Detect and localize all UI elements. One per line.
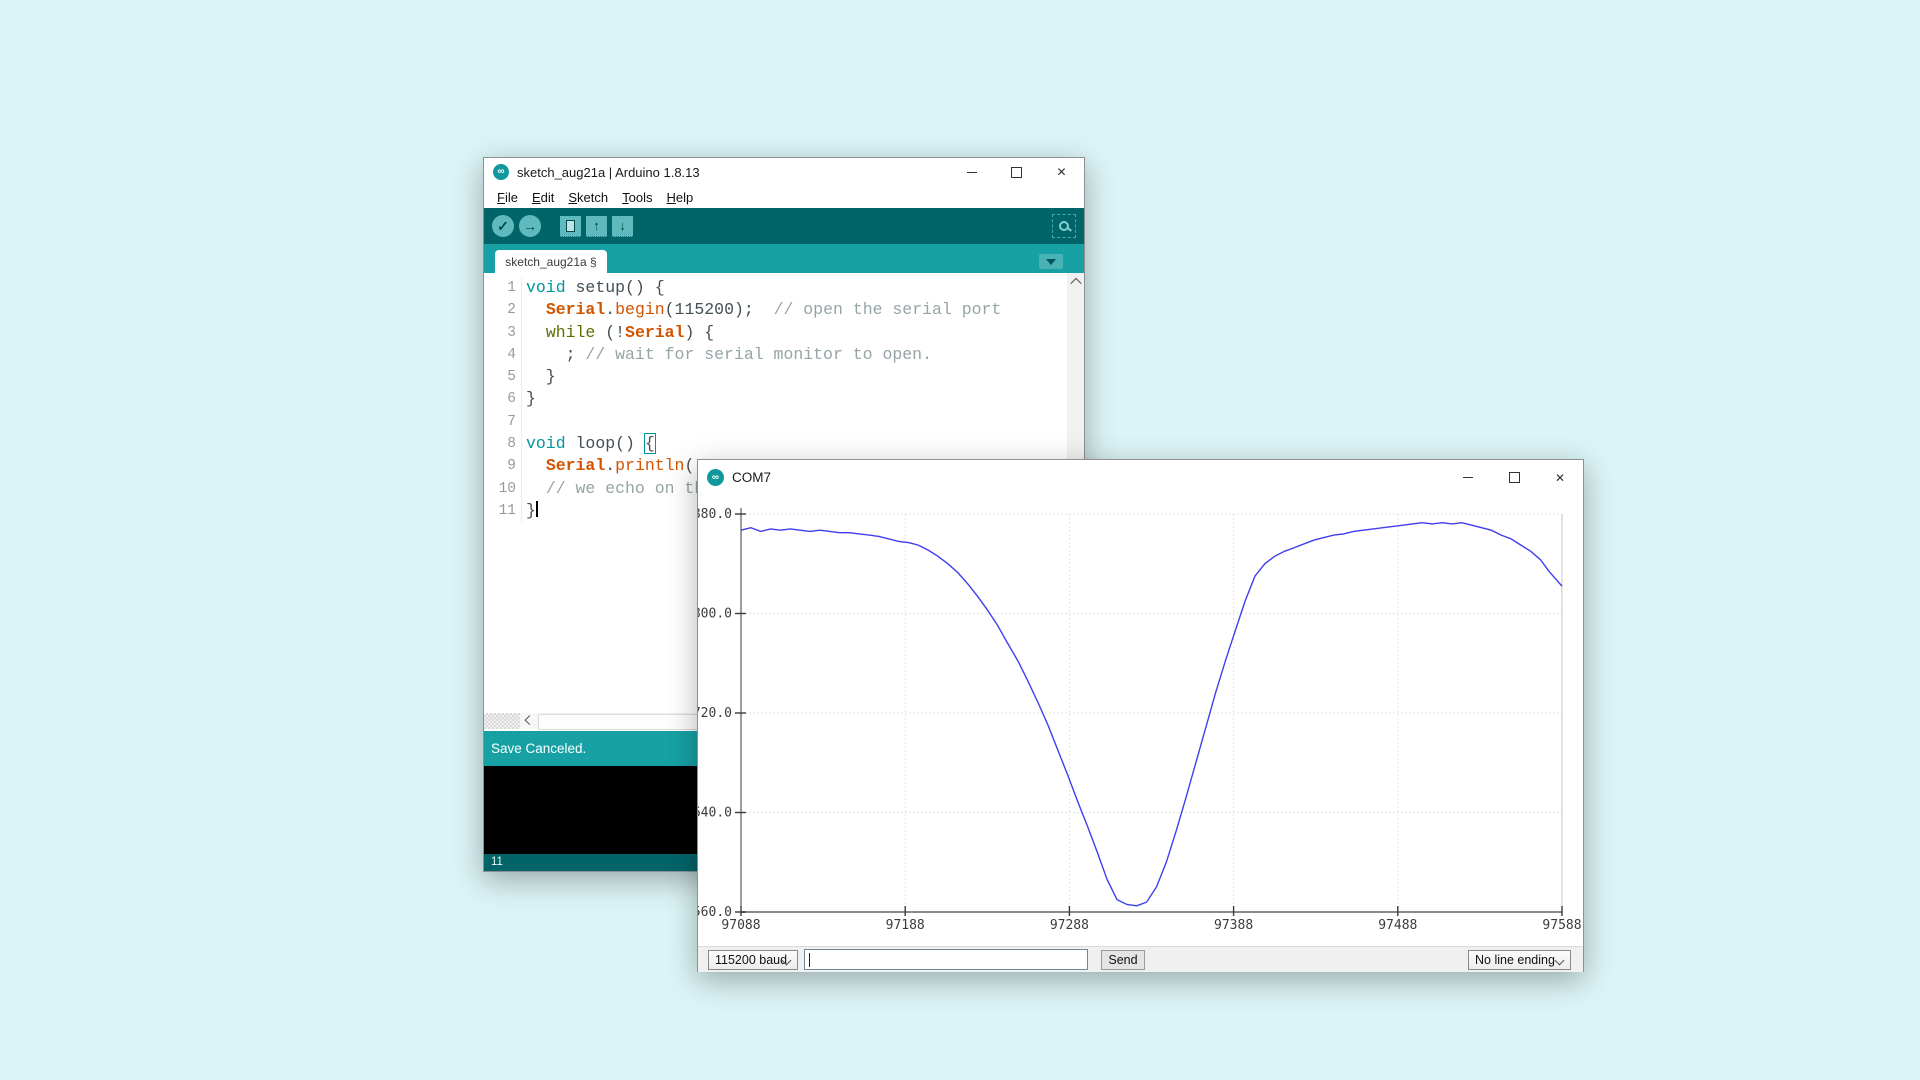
maximize-button[interactable] bbox=[1491, 460, 1537, 495]
line-number: 6 bbox=[484, 388, 522, 411]
code-text: while (!Serial) { bbox=[545, 322, 715, 342]
text-caret bbox=[809, 953, 810, 967]
maximize-button[interactable] bbox=[994, 158, 1039, 186]
ide-toolbar: ✓ → ↑ ↓ bbox=[484, 208, 1084, 244]
menu-help[interactable]: Help bbox=[659, 190, 700, 205]
line-number: 9 bbox=[484, 455, 522, 478]
desktop: { "background_color": "#dbf4f5", "theme"… bbox=[0, 0, 1920, 1080]
verify-button[interactable]: ✓ bbox=[492, 215, 514, 237]
scroll-left-button[interactable] bbox=[520, 713, 538, 729]
code-line[interactable]: 2 Serial.begin(115200); // open the seri… bbox=[484, 299, 1067, 322]
tab-sketch[interactable]: sketch_aug21a § bbox=[495, 250, 607, 273]
magnifier-icon bbox=[1059, 221, 1069, 231]
svg-text:97588: 97588 bbox=[1542, 918, 1581, 933]
line-number: 10 bbox=[484, 477, 522, 500]
menu-sketch[interactable]: Sketch bbox=[561, 190, 615, 205]
svg-text:880.0: 880.0 bbox=[698, 507, 732, 522]
line-number: 1 bbox=[484, 277, 522, 300]
tab-label: sketch_aug21a § bbox=[505, 254, 597, 269]
send-button[interactable]: Send bbox=[1101, 950, 1145, 970]
menu-tools[interactable]: Tools bbox=[615, 190, 659, 205]
plotter-window-controls bbox=[1445, 460, 1583, 495]
code-text: } bbox=[526, 500, 538, 520]
svg-text:97488: 97488 bbox=[1378, 918, 1417, 933]
line-number: 2 bbox=[484, 299, 522, 322]
send-button-label: Send bbox=[1108, 953, 1138, 967]
serial-plotter-window: COM7 880.0800.0720.0640.0560.09708897188… bbox=[697, 459, 1584, 972]
document-icon bbox=[566, 219, 575, 232]
svg-text:640.0: 640.0 bbox=[698, 806, 732, 821]
code-line[interactable]: 3 while (!Serial) { bbox=[484, 321, 1067, 344]
svg-text:97388: 97388 bbox=[1214, 918, 1253, 933]
code-text: Serial.println( bbox=[545, 456, 695, 476]
line-number: 11 bbox=[484, 499, 522, 523]
close-button[interactable] bbox=[1039, 158, 1084, 186]
minimize-button[interactable] bbox=[1445, 460, 1491, 495]
plotter-window-title: COM7 bbox=[732, 470, 772, 485]
svg-text:800.0: 800.0 bbox=[698, 607, 732, 622]
code-text: void loop() { bbox=[526, 433, 656, 455]
code-line[interactable]: 5 } bbox=[484, 366, 1067, 389]
chevron-down-icon bbox=[1046, 258, 1056, 265]
baud-rate-select[interactable]: 115200 baud bbox=[708, 950, 798, 970]
menu-bar: File Edit Sketch Tools Help bbox=[484, 186, 1084, 208]
code-line[interactable]: 8 void loop() { bbox=[484, 433, 1067, 456]
ide-titlebar[interactable]: sketch_aug21a | Arduino 1.8.13 bbox=[484, 158, 1084, 186]
code-text: Serial.begin(115200); // open the serial… bbox=[545, 300, 1002, 320]
line-number: 4 bbox=[484, 343, 522, 367]
open-button[interactable]: ↑ bbox=[586, 215, 607, 237]
ide-window-controls bbox=[949, 158, 1084, 186]
chevron-up-icon bbox=[1069, 277, 1082, 289]
line-number: 7 bbox=[484, 410, 522, 434]
plotter-bottom-bar: 115200 baud Send No line ending bbox=[698, 946, 1583, 972]
current-line-number: 11 bbox=[491, 856, 503, 868]
line-ending-value: No line ending bbox=[1475, 953, 1555, 967]
serial-monitor-button[interactable] bbox=[1052, 214, 1076, 238]
svg-text:720.0: 720.0 bbox=[698, 706, 732, 721]
svg-text:97288: 97288 bbox=[1050, 918, 1089, 933]
baud-rate-value: 115200 baud bbox=[715, 953, 788, 967]
close-button[interactable] bbox=[1537, 460, 1583, 495]
arduino-infinity-icon bbox=[707, 469, 724, 486]
menu-edit[interactable]: Edit bbox=[525, 190, 561, 205]
chevron-left-icon bbox=[524, 714, 534, 725]
line-number: 8 bbox=[484, 433, 522, 456]
line-number: 5 bbox=[484, 366, 522, 389]
status-message: Save Canceled. bbox=[491, 741, 587, 756]
arduino-infinity-icon bbox=[493, 164, 509, 180]
code-line[interactable]: 6} bbox=[484, 388, 1067, 411]
serial-send-input[interactable] bbox=[804, 949, 1088, 970]
new-sketch-button[interactable] bbox=[560, 215, 581, 237]
save-button[interactable]: ↓ bbox=[612, 215, 633, 237]
editor-caret bbox=[535, 500, 538, 517]
plotter-titlebar[interactable]: COM7 bbox=[698, 460, 1583, 495]
ide-window-title: sketch_aug21a | Arduino 1.8.13 bbox=[517, 164, 700, 180]
code-line[interactable]: 7 bbox=[484, 410, 1067, 434]
tab-bar: sketch_aug21a § bbox=[484, 244, 1084, 273]
code-line[interactable]: 1 void setup() { bbox=[484, 277, 1067, 300]
minimize-button[interactable] bbox=[949, 158, 994, 186]
tab-menu-button[interactable] bbox=[1039, 254, 1063, 269]
code-text: } bbox=[526, 367, 556, 387]
line-number: 3 bbox=[484, 321, 522, 344]
menu-file[interactable]: File bbox=[490, 190, 525, 205]
upload-button[interactable]: → bbox=[519, 215, 541, 237]
svg-text:97188: 97188 bbox=[886, 918, 925, 933]
code-text: void setup() { bbox=[526, 278, 665, 297]
code-text: ; // wait for serial monitor to open. bbox=[526, 344, 932, 364]
scrollbar-track[interactable] bbox=[484, 713, 520, 729]
scroll-up-button[interactable] bbox=[1067, 273, 1084, 290]
chevron-down-icon bbox=[1554, 955, 1565, 966]
svg-text:97088: 97088 bbox=[721, 918, 760, 933]
code-text: } bbox=[526, 389, 536, 409]
serial-plot: 880.0800.0720.0640.0560.0970889718897288… bbox=[698, 507, 1582, 933]
code-line[interactable]: 4 ; // wait for serial monitor to open. bbox=[484, 343, 1067, 367]
line-ending-select[interactable]: No line ending bbox=[1468, 950, 1571, 970]
code-text: // we echo on th bbox=[545, 478, 705, 498]
